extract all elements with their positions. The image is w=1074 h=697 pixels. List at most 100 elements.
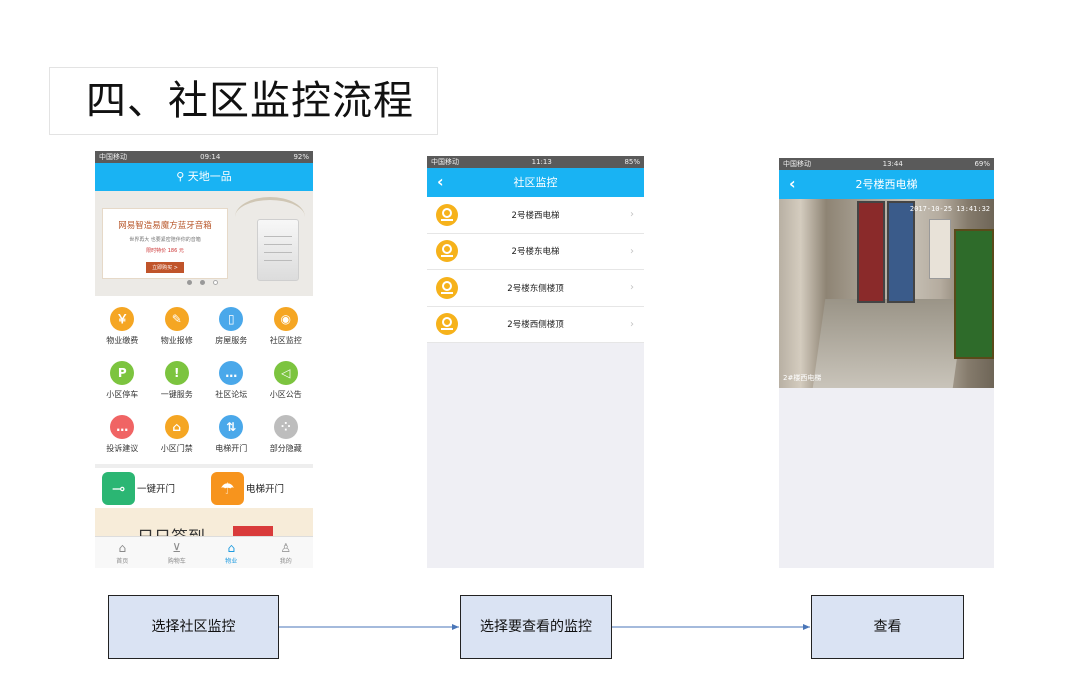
banner-card: 网易智造易魔方蓝牙音箱 世界再大 也要紧密陪伴你的音箱 限时特价 186 元 立… xyxy=(102,208,228,279)
chevron-right-icon: › xyxy=(630,209,634,221)
monitor-list-item[interactable]: 2号楼东侧楼顶 › xyxy=(427,270,644,307)
promo-banner[interactable]: 网易智造易魔方蓝牙音箱 世界再大 也要紧密陪伴你的音箱 限时特价 186 元 立… xyxy=(95,191,313,296)
service-item[interactable]: ! 一键服务 xyxy=(150,356,205,410)
service-label: 部分隐藏 xyxy=(269,444,302,453)
alert-icon: ! xyxy=(164,361,189,385)
nav-title[interactable]: 天地一品 xyxy=(188,170,232,183)
section-title: 四、社区监控流程 xyxy=(86,78,414,124)
service-label: 社区监控 xyxy=(269,336,302,345)
checkin-promo[interactable]: 日日签到 xyxy=(95,508,313,536)
service-item[interactable]: P 小区停车 xyxy=(95,356,150,410)
money-bag-icon: ￥ xyxy=(110,307,135,331)
battery-label: 69% xyxy=(974,160,990,168)
monitor-list-item[interactable]: 2号楼东电梯 › xyxy=(427,234,644,270)
quick-action[interactable]: ⊸ 一键开门 xyxy=(95,471,204,505)
carousel-dots[interactable] xyxy=(187,280,218,285)
nav-title: 2号楼西电梯 xyxy=(855,178,918,191)
service-item[interactable]: ◉ 社区监控 xyxy=(259,302,314,356)
chevron-right-icon: › xyxy=(630,282,634,294)
service-label: 小区停车 xyxy=(106,390,139,399)
quick-action-label: 电梯开门 xyxy=(246,484,285,495)
service-grid: ￥ 物业缴费 ✎ 物业报修 ▯ 房屋服务 ◉ 社区监控 P 小区停车! 一键服务 … 社区论坛 ◁ 小区公告… xyxy=(95,296,313,464)
service-label: 物业缴费 xyxy=(106,336,139,345)
quick-actions: ⊸ 一键开门 ☂ 电梯开门 xyxy=(95,468,313,508)
phone-screenshot-property-home: 中国移动 09:14 92% ⚲ 天地一品 网易智造易魔方蓝牙音箱 世界再大 也… xyxy=(95,151,313,568)
flow-step-2: 选择要查看的监控 xyxy=(460,595,612,659)
service-item[interactable]: ▯ 房屋服务 xyxy=(204,302,259,356)
monitor-list: 2号楼西电梯 › 2号楼东电梯 › 2号楼东侧楼顶 › 2号楼西侧楼顶 › xyxy=(427,197,644,343)
service-item[interactable]: ￥ 物业缴费 xyxy=(95,302,150,356)
sofa-icon: ⌂ xyxy=(164,415,189,439)
banner-subtitle: 世界再大 也要紧密陪伴你的音箱 xyxy=(129,237,201,243)
nav-bar: ‹ 社区监控 xyxy=(427,168,644,197)
calendar-icon xyxy=(233,526,273,536)
person-icon: ♙ xyxy=(280,541,292,555)
parking-icon: P xyxy=(110,361,135,385)
umbrella-icon: ☂ xyxy=(211,471,244,505)
monitor-label: 2号楼西侧楼顶 xyxy=(507,320,564,331)
tab-item[interactable]: ⌂ 物业 xyxy=(204,537,259,568)
service-item[interactable]: ⁘ 部分隐藏 xyxy=(259,410,314,464)
phone-screenshot-monitor-view: 中国移动 13:44 69% ‹ 2号楼西电梯 2017-10-25 13:41… xyxy=(779,158,994,568)
chat-icon: … xyxy=(219,361,244,385)
banner-price: 限时特价 186 元 xyxy=(146,248,184,254)
battery-label: 85% xyxy=(624,158,640,166)
service-label: 房屋服务 xyxy=(215,336,248,345)
service-label: 物业报修 xyxy=(160,336,193,345)
tab-item[interactable]: ⌂ 首页 xyxy=(95,537,150,568)
status-bar: 中国移动 09:14 92% xyxy=(95,151,313,163)
service-label: 一键服务 xyxy=(160,390,193,399)
more-icon: ⁘ xyxy=(273,415,298,439)
monitor-label: 2号楼东侧楼顶 xyxy=(507,283,564,294)
service-label: 小区门禁 xyxy=(160,444,193,453)
section-title-box: 四、社区监控流程 xyxy=(49,67,438,135)
status-bar: 中国移动 11:13 85% xyxy=(427,156,644,168)
service-item[interactable]: ⇅ 电梯开门 xyxy=(204,410,259,464)
nav-bar: ⚲ 天地一品 xyxy=(95,163,313,191)
message-icon: … xyxy=(110,415,135,439)
service-item[interactable]: ◁ 小区公告 xyxy=(259,356,314,410)
tab-label: 我的 xyxy=(279,558,292,565)
tab-bar: ⌂ 首页 ⊻ 购物车 ⌂ 物业 ♙ 我的 xyxy=(95,536,313,568)
cart-icon: ⊻ xyxy=(172,541,182,555)
home-icon: ⌂ xyxy=(118,541,127,555)
camera-floor xyxy=(812,299,966,388)
elevator-icon: ⇅ xyxy=(219,415,244,439)
battery-label: 92% xyxy=(293,153,309,161)
time-label: 13:44 xyxy=(882,160,903,168)
service-label: 投诉建议 xyxy=(106,444,139,453)
quick-action-label: 一键开门 xyxy=(137,484,176,495)
service-label: 小区公告 xyxy=(269,390,302,399)
camera-notice xyxy=(929,219,951,279)
quick-action[interactable]: ☂ 电梯开门 xyxy=(204,471,313,505)
service-item[interactable]: ⌂ 小区门禁 xyxy=(150,410,205,464)
service-item[interactable]: … 投诉建议 xyxy=(95,410,150,464)
tab-label: 物业 xyxy=(225,558,238,565)
time-label: 11:13 xyxy=(531,158,552,166)
time-label: 09:14 xyxy=(200,153,221,161)
back-icon[interactable]: ‹ xyxy=(437,168,444,195)
key-icon: ⊸ xyxy=(102,471,135,505)
chevron-right-icon: › xyxy=(630,245,634,257)
service-item[interactable]: ✎ 物业报修 xyxy=(150,302,205,356)
tab-item[interactable]: ♙ 我的 xyxy=(259,537,314,568)
location-icon: ⚲ xyxy=(176,170,185,183)
speaker-image xyxy=(257,219,299,281)
banner-buy-button[interactable]: 立即购买 > xyxy=(146,262,184,273)
tab-label: 购物车 xyxy=(167,558,186,565)
carrier-label: 中国移动 xyxy=(431,158,459,166)
service-label: 电梯开门 xyxy=(215,444,248,453)
camera-timestamp: 2017-10-25 13:41:32 xyxy=(909,205,990,213)
back-icon[interactable]: ‹ xyxy=(789,170,796,197)
carrier-label: 中国移动 xyxy=(99,153,127,161)
service-item[interactable]: … 社区论坛 xyxy=(204,356,259,410)
camera-feed[interactable]: 2017-10-25 13:41:32 2#楼西电梯 xyxy=(779,199,994,388)
tab-item[interactable]: ⊻ 购物车 xyxy=(150,537,205,568)
monitor-list-item[interactable]: 2号楼西侧楼顶 › xyxy=(427,307,644,343)
flow-step-3: 查看 xyxy=(811,595,964,659)
banner-title: 网易智造易魔方蓝牙音箱 xyxy=(118,221,212,231)
nav-bar: ‹ 2号楼西电梯 xyxy=(779,170,994,199)
chevron-right-icon: › xyxy=(630,318,634,330)
monitor-list-item[interactable]: 2号楼西电梯 › xyxy=(427,197,644,234)
wrench-icon: ✎ xyxy=(164,307,189,331)
